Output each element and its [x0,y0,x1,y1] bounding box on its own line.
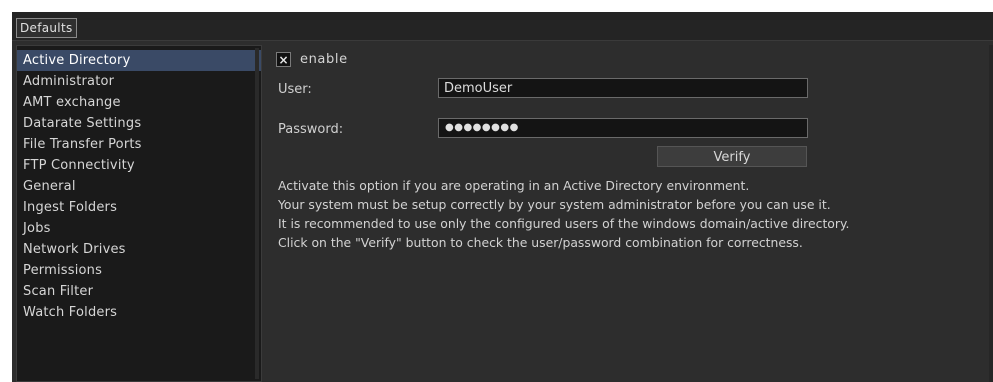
settings-window: Defaults Active Directory Administrator … [12,12,993,382]
settings-category-list[interactable]: Active Directory Administrator AMT excha… [16,45,262,382]
help-text-line: Your system must be setup correctly by y… [278,197,831,212]
help-text-line: It is recommended to use only the config… [278,216,850,231]
sidebar-item-administrator[interactable]: Administrator [17,71,261,92]
help-text: Activate this option if you are operatin… [278,176,988,252]
enable-label: enable [300,52,348,67]
enable-checkbox[interactable]: × [276,52,291,67]
sidebar-item-file-transfer-ports[interactable]: File Transfer Ports [17,134,261,155]
user-input[interactable] [438,78,808,98]
sidebar-item-watch-folders[interactable]: Watch Folders [17,302,261,323]
sidebar-scrollbar[interactable] [255,48,259,379]
verify-button[interactable]: Verify [657,146,807,167]
sidebar-item-amt-exchange[interactable]: AMT exchange [17,92,261,113]
category-items: Active Directory Administrator AMT excha… [17,46,261,323]
sidebar-item-ftp-connectivity[interactable]: FTP Connectivity [17,155,261,176]
sidebar-item-general[interactable]: General [17,176,261,197]
user-label: User: [278,82,312,97]
sidebar-item-network-drives[interactable]: Network Drives [17,239,261,260]
sidebar-item-active-directory[interactable]: Active Directory [17,50,261,71]
tab-bar: Defaults [12,12,993,41]
help-text-line: Click on the "Verify" button to check th… [278,235,803,250]
help-text-line: Activate this option if you are operatin… [278,178,750,193]
password-label: Password: [278,122,344,137]
sidebar-item-datarate-settings[interactable]: Datarate Settings [17,113,261,134]
password-input[interactable]: ●●●●●●●● [438,118,808,138]
sidebar-item-scan-filter[interactable]: Scan Filter [17,281,261,302]
enable-row: × enable [276,51,348,68]
right-edge-border [989,45,993,382]
sidebar-item-jobs[interactable]: Jobs [17,218,261,239]
tab-defaults[interactable]: Defaults [16,18,77,38]
sidebar-item-permissions[interactable]: Permissions [17,260,261,281]
active-directory-settings-panel: × enable User: Password: ●●●●●●●● Verify… [268,45,989,382]
sidebar-item-ingest-folders[interactable]: Ingest Folders [17,197,261,218]
